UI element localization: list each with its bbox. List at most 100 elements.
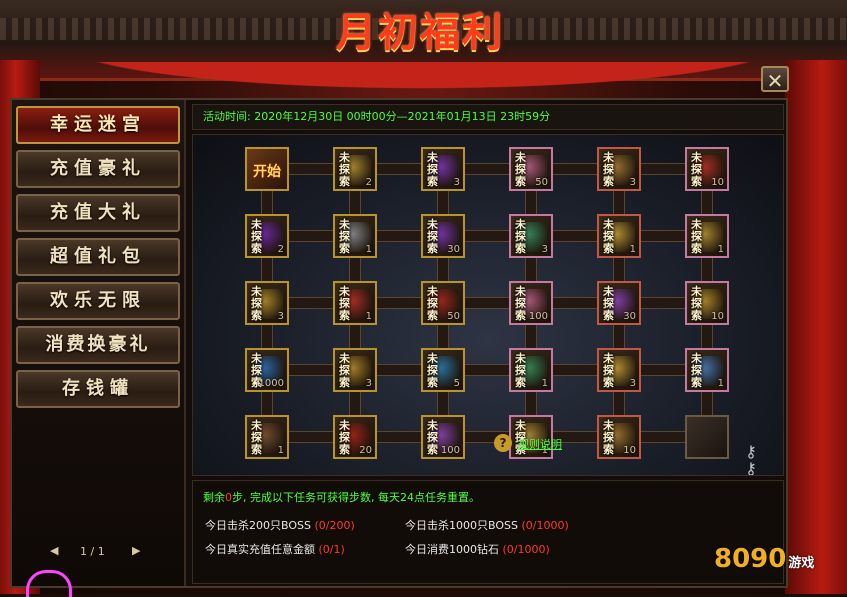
unexplored-label: 未探索: [339, 218, 350, 255]
key-icon: ⚷: [745, 459, 757, 476]
task-progress: (0/1000): [502, 543, 550, 556]
unexplored-label: 未探索: [603, 419, 614, 456]
maze-cell[interactable]: 未探索 1: [597, 214, 641, 258]
sidebar-item-value-pack[interactable]: 超值礼包: [16, 238, 180, 276]
item-count: 1: [365, 311, 372, 322]
unexplored-label: 未探索: [339, 285, 350, 322]
prev-page-icon[interactable]: ◀: [50, 544, 58, 557]
maze-cell[interactable]: 未探索 50: [509, 147, 553, 191]
item-count: 1: [277, 445, 284, 456]
watermark-suffix: 游戏: [788, 556, 815, 571]
maze-cell[interactable]: 未探索 1: [333, 214, 377, 258]
item-count: 1000: [258, 378, 284, 389]
unexplored-label: 未探索: [427, 419, 438, 456]
unexplored-label: 未探索: [339, 419, 350, 456]
unexplored-label: 未探索: [691, 218, 702, 255]
decorative-emblem: [26, 570, 72, 597]
unexplored-label: 未探索: [691, 151, 702, 188]
maze-cell[interactable]: 未探索 1000: [245, 348, 289, 392]
maze-cell[interactable]: 未探索 3: [509, 214, 553, 258]
maze-cell[interactable]: 未探索 10: [685, 281, 729, 325]
sidebar-item-piggy-bank[interactable]: 存钱罐: [16, 370, 180, 408]
steps-prefix: 剩余: [203, 491, 225, 504]
item-count: 3: [541, 244, 548, 255]
maze-cell[interactable]: 未探索 3: [597, 348, 641, 392]
unexplored-label: 未探索: [515, 352, 526, 389]
task-item: 今日击杀1000只BOSS (0/1000): [405, 517, 569, 533]
key-icon: ⚷: [745, 442, 757, 461]
item-count: 3: [365, 378, 372, 389]
maze-cell[interactable]: 未探索 1: [245, 415, 289, 459]
maze-cell[interactable]: 未探索 3: [333, 348, 377, 392]
help-icon[interactable]: ?: [494, 434, 512, 452]
item-count: 2: [277, 244, 284, 255]
maze-cell[interactable]: 未探索 100: [421, 415, 465, 459]
maze-cell[interactable]: 未探索 2: [333, 147, 377, 191]
item-count: 100: [440, 445, 460, 456]
maze-cell[interactable]: 未探索 1: [333, 281, 377, 325]
sidebar-item-unlimited-fun[interactable]: 欢乐无限: [16, 282, 180, 320]
watermark-logo: 8090 游戏: [714, 544, 814, 574]
task-panel: 剩余0步, 完成以下任务可获得步数, 每天24点任务重置。 今日击杀200只BO…: [192, 480, 784, 584]
unexplored-label: 未探索: [603, 151, 614, 188]
item-count: 1: [629, 244, 636, 255]
maze-cell[interactable]: 未探索 3: [421, 147, 465, 191]
maze-cell[interactable]: 未探索 30: [421, 214, 465, 258]
unexplored-label: 未探索: [427, 285, 438, 322]
close-button[interactable]: ✕: [761, 66, 789, 93]
maze-cell[interactable]: 未探索 2: [245, 214, 289, 258]
maze-cell[interactable]: 未探索 1: [509, 348, 553, 392]
content-area: 活动时间: 2020年12月30日 00时00分—2021年01月13日 23时…: [192, 104, 784, 584]
steps-summary: 剩余0步, 完成以下任务可获得步数, 每天24点任务重置。: [203, 489, 480, 505]
start-label: 开始: [253, 164, 281, 180]
item-count: 3: [629, 177, 636, 188]
maze-cell[interactable]: 未探索 1: [685, 348, 729, 392]
unexplored-label: 未探索: [515, 151, 526, 188]
item-count: 3: [629, 378, 636, 389]
item-count: 50: [447, 311, 460, 322]
unexplored-label: 未探索: [339, 151, 350, 188]
maze-cell[interactable]: 未探索 50: [421, 281, 465, 325]
next-page-icon[interactable]: ▶: [132, 544, 140, 557]
pager: ◀ 1 / 1 ▶: [50, 544, 150, 560]
maze-cell[interactable]: 未探索 1: [685, 214, 729, 258]
maze-end-cell[interactable]: [685, 415, 729, 459]
sidebar-item-recharge-big-gift[interactable]: 充值大礼: [16, 194, 180, 232]
maze-cell[interactable]: 未探索 3: [597, 147, 641, 191]
item-count: 1: [717, 244, 724, 255]
unexplored-label: 未探索: [427, 151, 438, 188]
maze-cell[interactable]: 未探索 10: [597, 415, 641, 459]
unexplored-label: 未探索: [603, 218, 614, 255]
item-count: 10: [711, 177, 724, 188]
item-count: 2: [365, 177, 372, 188]
maze-cell[interactable]: 未探索 10: [685, 147, 729, 191]
task-text: 今日消费1000钻石: [405, 543, 499, 556]
unexplored-label: 未探索: [251, 419, 262, 456]
unexplored-label: 未探索: [691, 285, 702, 322]
sidebar-item-lucky-maze[interactable]: 幸运迷宫: [16, 106, 180, 144]
maze-start-cell[interactable]: 开始: [245, 147, 289, 191]
right-curtain: [785, 60, 847, 594]
item-count: 1: [365, 244, 372, 255]
maze-cell[interactable]: 未探索 20: [333, 415, 377, 459]
rules-link[interactable]: 规则说明: [518, 436, 562, 452]
item-count: 3: [453, 177, 460, 188]
sidebar-item-recharge-gift[interactable]: 充值豪礼: [16, 150, 180, 188]
maze-cell[interactable]: 未探索 3: [245, 281, 289, 325]
watermark-brand: 8090: [714, 544, 787, 574]
maze-cell[interactable]: 未探索 100: [509, 281, 553, 325]
unexplored-label: 未探索: [515, 218, 526, 255]
item-count: 30: [447, 244, 460, 255]
item-count: 20: [359, 445, 372, 456]
task-progress: (0/200): [314, 519, 355, 532]
unexplored-label: 未探索: [339, 352, 350, 389]
sidebar: 幸运迷宫 充值豪礼 充值大礼 超值礼包 欢乐无限 消费换豪礼 存钱罐: [12, 100, 186, 586]
item-count: 1: [541, 378, 548, 389]
maze-cell[interactable]: 未探索 5: [421, 348, 465, 392]
sidebar-item-spend-exchange[interactable]: 消费换豪礼: [16, 326, 180, 364]
key-icons: ⚷⚷⚷: [741, 442, 761, 476]
maze-cell[interactable]: 未探索 30: [597, 281, 641, 325]
task-progress: (0/1000): [521, 519, 569, 532]
item-count: 50: [535, 177, 548, 188]
task-progress: (0/1): [318, 543, 345, 556]
